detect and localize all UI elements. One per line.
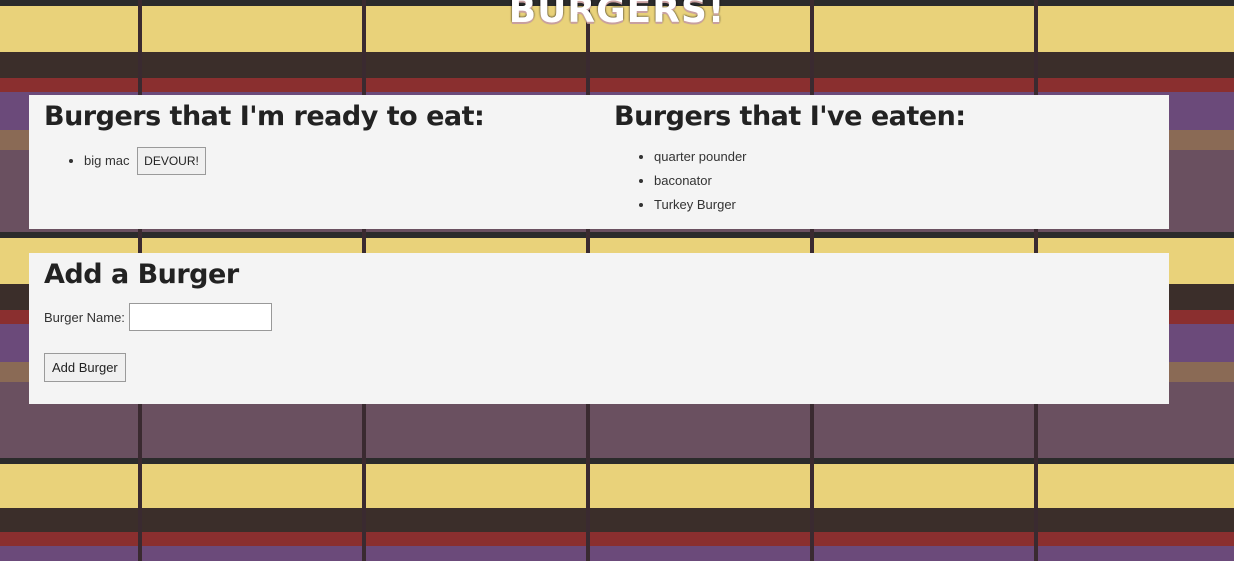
add-burger-panel: Add a Burger Burger Name: Add Burger bbox=[29, 253, 1169, 404]
burger-name: Turkey Burger bbox=[654, 197, 736, 212]
eaten-column: Burgers that I've eaten: quarter pounder… bbox=[614, 95, 1154, 217]
add-burger-form: Add a Burger Burger Name: Add Burger bbox=[44, 253, 272, 382]
burger-name-row: Burger Name: bbox=[44, 303, 272, 331]
burger-name: big mac bbox=[84, 153, 130, 168]
burger-lists-panel: Burgers that I'm ready to eat: big mac D… bbox=[29, 95, 1169, 229]
devour-button[interactable]: DEVOUR! bbox=[137, 147, 206, 175]
eaten-heading: Burgers that I've eaten: bbox=[614, 101, 966, 132]
burger-name-input[interactable] bbox=[128, 303, 272, 331]
eaten-list: quarter pounder baconator Turkey Burger bbox=[614, 145, 1154, 217]
add-burger-button[interactable]: Add Burger bbox=[44, 353, 126, 382]
list-item: Turkey Burger bbox=[654, 193, 1154, 217]
site-title: BURGERS! bbox=[508, 0, 726, 31]
list-item: quarter pounder bbox=[654, 145, 1154, 169]
burger-name-label: Burger Name: bbox=[44, 309, 125, 325]
ready-to-eat-column: Burgers that I'm ready to eat: big mac D… bbox=[44, 95, 604, 175]
burger-name: quarter pounder bbox=[654, 149, 747, 164]
list-item: big mac DEVOUR! bbox=[84, 147, 604, 175]
list-item: baconator bbox=[654, 169, 1154, 193]
burger-name: baconator bbox=[654, 173, 712, 188]
ready-list: big mac DEVOUR! bbox=[44, 147, 604, 175]
add-heading: Add a Burger bbox=[44, 259, 239, 290]
ready-heading: Burgers that I'm ready to eat: bbox=[44, 101, 485, 132]
